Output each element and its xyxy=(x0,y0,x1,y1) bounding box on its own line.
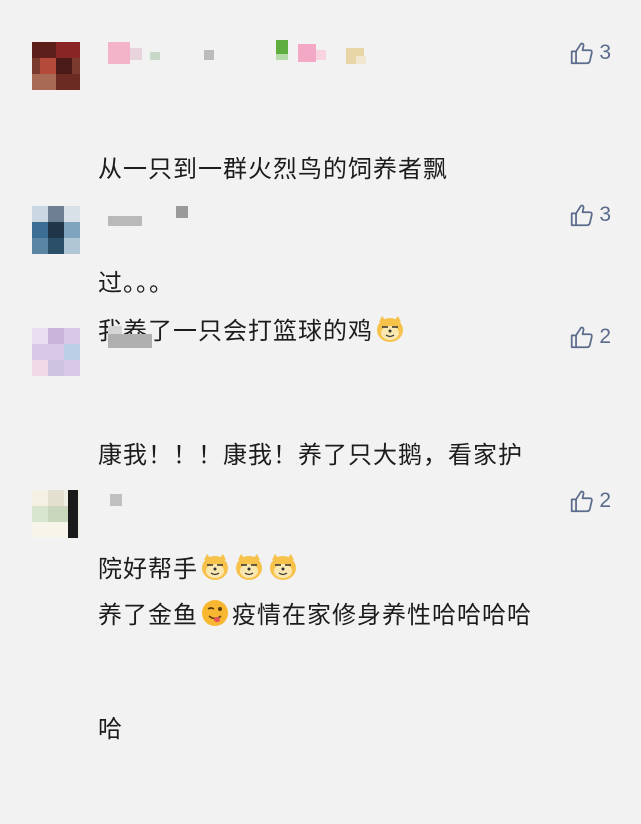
like-button[interactable]: 3 xyxy=(569,40,611,66)
comment-text-line: 康我！！！康我！养了只大鹅，看家护 xyxy=(98,441,523,469)
avatar[interactable] xyxy=(32,206,80,254)
avatar[interactable] xyxy=(32,42,80,90)
like-count: 3 xyxy=(599,203,611,226)
comment-text-line: 从一只到一群火烈鸟的饲养者飘 xyxy=(98,155,448,183)
username-blurred[interactable] xyxy=(108,324,168,348)
thumbs-up-icon xyxy=(571,326,594,349)
username-blurred[interactable] xyxy=(108,202,208,226)
comment-text-segment: 养了金鱼 xyxy=(98,601,198,629)
like-button[interactable]: 2 xyxy=(569,324,611,350)
like-button[interactable]: 2 xyxy=(569,488,611,514)
like-button[interactable]: 3 xyxy=(569,202,611,228)
doge-emoji-icon xyxy=(377,316,403,342)
thumbs-up-icon xyxy=(571,204,594,227)
comment-text-line: 哈 xyxy=(98,715,123,743)
avatar[interactable] xyxy=(32,490,80,538)
comment-text: 养了金鱼 疫情在家修身养性哈哈哈哈 哈 xyxy=(98,520,614,824)
like-count: 2 xyxy=(599,325,611,348)
thumbs-up-icon xyxy=(571,42,594,65)
like-count: 3 xyxy=(599,41,611,64)
username-blurred[interactable] xyxy=(108,40,378,64)
avatar[interactable] xyxy=(32,328,80,376)
wink-tongue-emoji-icon xyxy=(202,600,228,626)
comment-text-segment: 疫情在家修身养性哈哈哈哈 xyxy=(232,601,532,629)
thumbs-up-icon xyxy=(571,490,594,513)
comment-text-line: 养了金鱼 疫情在家修身养性哈哈哈哈 xyxy=(98,596,614,634)
username-blurred[interactable] xyxy=(108,488,138,512)
comment-text-line: 我养了一只会打篮球的鸡 xyxy=(98,312,614,350)
like-count: 2 xyxy=(599,489,611,512)
